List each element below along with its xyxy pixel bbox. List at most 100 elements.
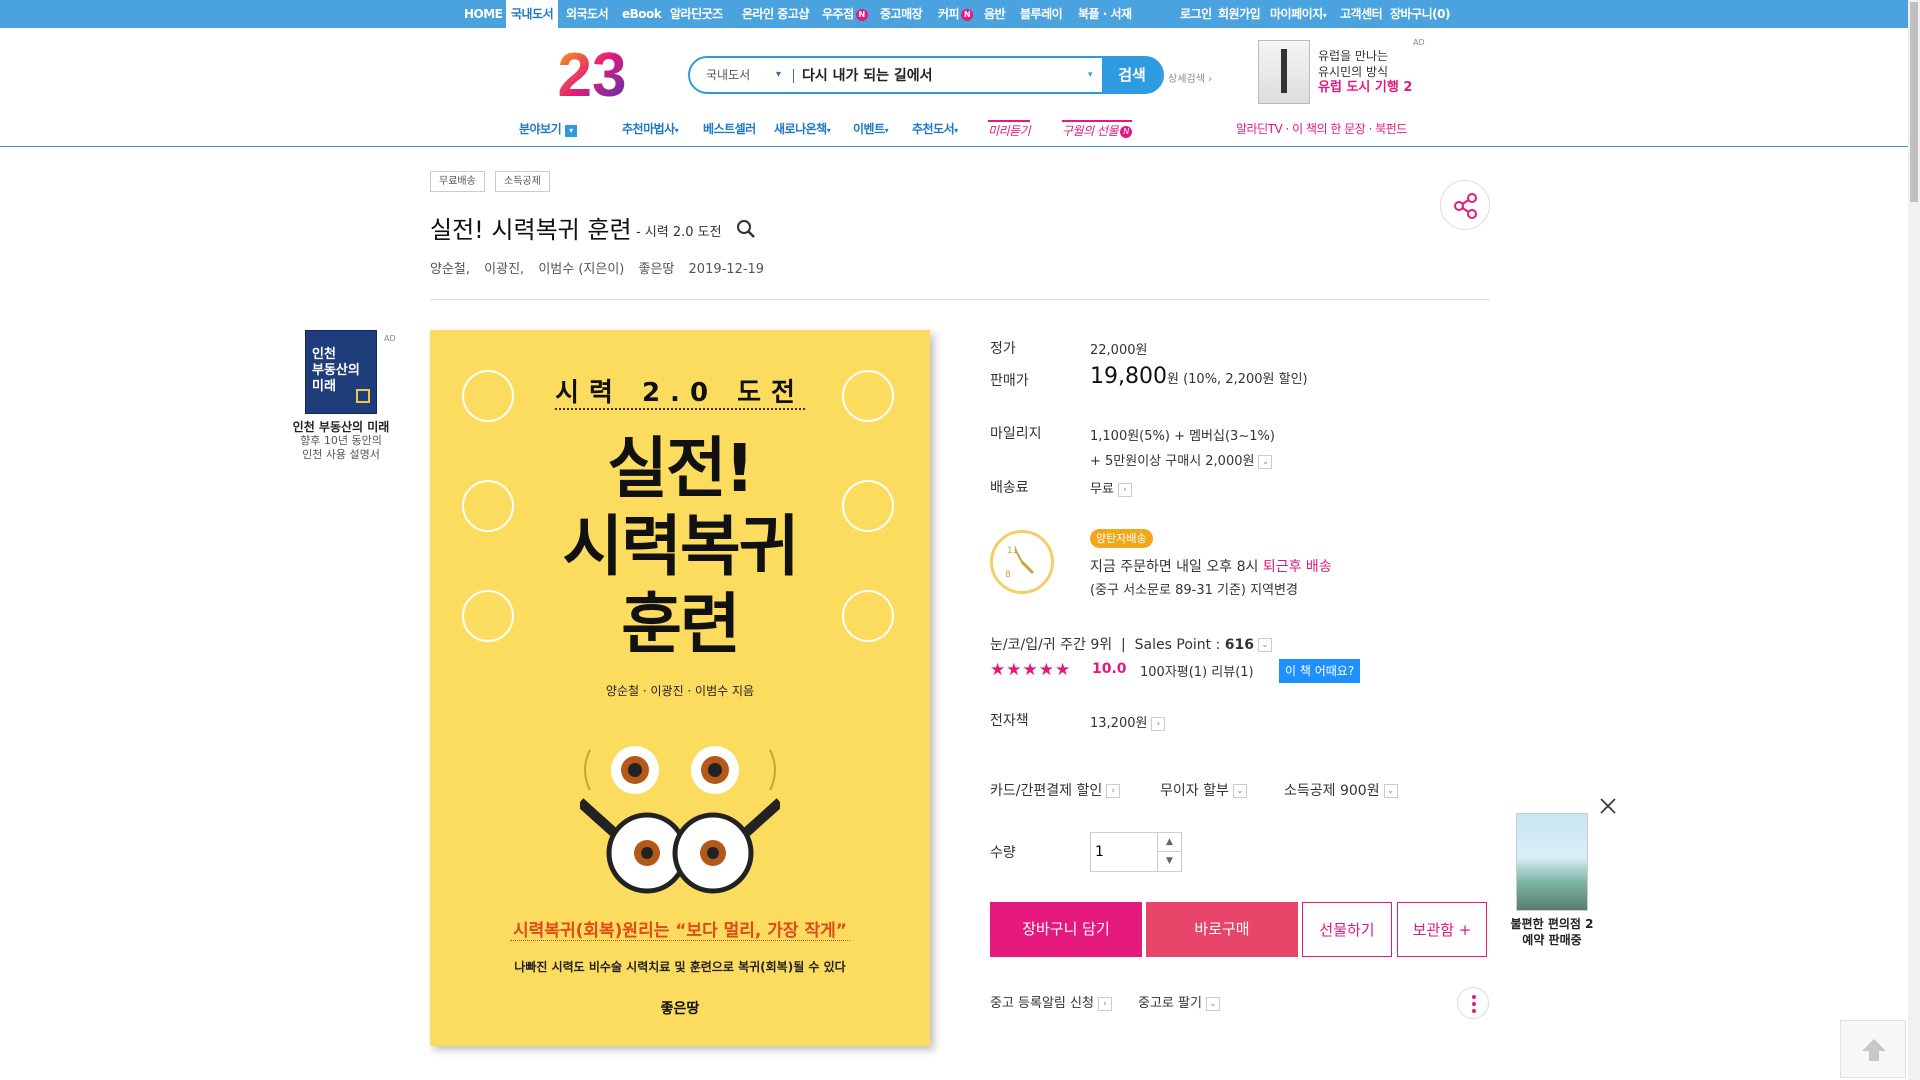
search-input[interactable] bbox=[802, 62, 1092, 88]
topnav-foreign-books[interactable]: 외국도서 bbox=[566, 0, 609, 28]
subnav-right-links[interactable]: 알라딘TV · 이 책의 한 문장 · 북펀드 bbox=[1236, 120, 1407, 137]
subnav-recommended[interactable]: 추천도서▾ bbox=[912, 120, 958, 137]
topnav-woojujeom[interactable]: 우주점 N bbox=[822, 0, 868, 28]
save-to-wishlist-button[interactable]: 보관함 + bbox=[1397, 902, 1487, 957]
rank-text[interactable]: 눈/코/입/귀 주간 9위 bbox=[990, 637, 1112, 653]
publisher-link[interactable]: 좋은땅 bbox=[639, 262, 675, 277]
floating-ad-title[interactable]: 불편한 편의점 2 예약 판매중 bbox=[1490, 916, 1614, 948]
scroll-to-top-button[interactable] bbox=[1840, 1020, 1906, 1078]
chevron-down-icon[interactable]: ⌄ bbox=[1258, 454, 1273, 469]
sale-price: 19,800 bbox=[1090, 364, 1167, 389]
mileage-line2: + 5만원이상 구매시 2,000원 ⌄ bbox=[1090, 450, 1273, 469]
chevron-down-icon: ▾ bbox=[954, 126, 958, 135]
topnav-cart[interactable]: 장바구니(0) bbox=[1390, 0, 1450, 28]
topnav-customer-center[interactable]: 고객센터 bbox=[1340, 0, 1383, 28]
quantity-up-button[interactable]: ▲ bbox=[1157, 833, 1181, 852]
magnifier-icon[interactable] bbox=[736, 219, 756, 239]
sale-price-group: 19,800원 (10%, 2,200원 할인) bbox=[1090, 364, 1308, 389]
card-discount[interactable]: 카드/간편결제 할인 › bbox=[990, 780, 1121, 800]
chevron-down-icon[interactable]: ▾ bbox=[776, 58, 781, 92]
more-options-button[interactable] bbox=[1457, 987, 1489, 1019]
after-work-delivery-link[interactable]: 퇴근후 배송 bbox=[1263, 559, 1332, 575]
arrow-up-icon bbox=[1862, 1039, 1886, 1061]
search-category-select[interactable]: 국내도서 bbox=[706, 58, 750, 92]
how-is-this-book-button[interactable]: 이 책 어때요? bbox=[1279, 659, 1361, 683]
clock-face: 11 8 bbox=[1005, 546, 1035, 580]
topnav-domestic-books[interactable]: 국내도서 bbox=[506, 0, 559, 28]
add-to-cart-button[interactable]: 장바구니 담기 bbox=[990, 902, 1142, 957]
left-ad-cover-text: 인천 부동산의 미래 bbox=[312, 347, 360, 394]
topnav-goods[interactable]: 알라딘굿즈 bbox=[670, 0, 723, 28]
ad-book-cover[interactable] bbox=[1258, 40, 1310, 104]
subnav-september-gift[interactable]: 구월의 선물 N bbox=[1062, 120, 1133, 139]
subnav-label: 추천마법사 bbox=[622, 122, 675, 136]
topnav-coffee[interactable]: 커피 N bbox=[938, 0, 974, 28]
topnav-home[interactable]: HOME bbox=[464, 0, 503, 28]
search-history-dropdown-icon[interactable]: ▾ bbox=[1088, 58, 1093, 92]
card-discount-text: 카드/간편결제 할인 bbox=[990, 783, 1103, 799]
free-shipping-tag: 무료배송 bbox=[430, 171, 485, 192]
subnav-events[interactable]: 이벤트▾ bbox=[853, 120, 889, 137]
subnav-preview-listen[interactable]: 미리듣기 bbox=[988, 120, 1031, 139]
topnav-join[interactable]: 회원가입 bbox=[1218, 0, 1261, 28]
left-ad-desc-line: 인천 사용 설명서 bbox=[302, 448, 380, 461]
search-button[interactable]: 검색 bbox=[1102, 56, 1162, 94]
author-link[interactable]: 이범수 (지은이) bbox=[538, 262, 624, 277]
left-ad-title[interactable]: 인천 부동산의 미래 bbox=[280, 418, 402, 435]
category-dropdown-icon: ▾ bbox=[564, 125, 577, 137]
share-button[interactable] bbox=[1440, 180, 1490, 230]
book-meta: 양순철, 이광진, 이범수 (지은이) 좋은땅 2019-12-19 bbox=[430, 258, 774, 277]
site-logo[interactable]: 23 bbox=[552, 40, 632, 106]
book-subtitle: - 시력 2.0 도전 bbox=[636, 225, 722, 240]
subnav-new-books[interactable]: 새로나온책▾ bbox=[774, 120, 831, 137]
used-alert-text: 중고 등록알림 신청 bbox=[990, 996, 1094, 1011]
ad-book-cover-art bbox=[1281, 49, 1287, 93]
sales-point-label: Sales Point : bbox=[1134, 637, 1221, 653]
topnav-ebook[interactable]: eBook bbox=[622, 0, 662, 28]
ad-top-text[interactable]: 유럽을 만나는 유시민의 방식 유럽 도시 기행 2 bbox=[1318, 48, 1412, 96]
gift-button[interactable]: 선물하기 bbox=[1302, 902, 1392, 957]
subnav-category-label: 분야보기 bbox=[519, 122, 562, 136]
new-badge: N bbox=[1120, 125, 1133, 138]
book-cover[interactable]: 시력 2.0 도전 실전! 시력복귀 훈련 양순철 · 이광진 · 이범수 지음… bbox=[430, 330, 930, 1046]
chevron-right-icon: › bbox=[1106, 784, 1121, 798]
left-ad-book-cover[interactable]: 인천 부동산의 미래 bbox=[305, 330, 377, 414]
topnav-bluray[interactable]: 블루레이 bbox=[1020, 0, 1063, 28]
cover-tagline-underline bbox=[510, 940, 850, 941]
ad-highlight: 유럽 도시 기행 2 bbox=[1318, 80, 1413, 95]
chevron-down-icon[interactable]: ⌄ bbox=[1257, 638, 1272, 652]
chevron-down-icon: ▾ bbox=[674, 126, 679, 135]
topnav-mypage[interactable]: 마이페이지▾ bbox=[1270, 0, 1327, 28]
topnav-used-shop[interactable]: 온라인 중고샵 bbox=[742, 0, 809, 28]
installment[interactable]: 무이자 할부 ⌄ bbox=[1160, 780, 1247, 800]
subnav-bestseller[interactable]: 베스트셀러 bbox=[703, 120, 756, 137]
author-link[interactable]: 양순철, bbox=[430, 262, 470, 277]
quantity-input[interactable] bbox=[1095, 841, 1145, 863]
tax-deduction-tag: 소득공제 bbox=[495, 171, 550, 192]
clock-icon: 11 8 bbox=[990, 530, 1054, 594]
used-alert-link[interactable]: 중고 등록알림 신청 › bbox=[990, 992, 1112, 1011]
tax-deduction[interactable]: 소득공제 900원 ⌄ bbox=[1284, 780, 1398, 800]
author-link[interactable]: 이광진, bbox=[484, 262, 524, 277]
chevron-right-icon[interactable]: › bbox=[1117, 482, 1132, 497]
buy-now-button[interactable]: 바로구매 bbox=[1146, 902, 1298, 957]
chevron-right-icon: › bbox=[1151, 716, 1166, 731]
subnav-category[interactable]: 분야보기 ▾ bbox=[519, 120, 577, 137]
topnav-music[interactable]: 음반 bbox=[984, 0, 1006, 28]
cover-publisher: 좋은땅 bbox=[660, 1001, 700, 1017]
sell-used-link[interactable]: 중고로 팔기 ⌄ bbox=[1138, 992, 1220, 1011]
subnav-recommend-wizard[interactable]: 추천마법사▾ bbox=[622, 120, 679, 137]
delivery-text: 지금 주문하면 내일 오후 8시 bbox=[1090, 559, 1259, 575]
floating-ad-line: 불편한 편의점 2 bbox=[1510, 917, 1594, 931]
topnav-used-store[interactable]: 중고매장 bbox=[880, 0, 923, 28]
floating-ad-book-cover[interactable] bbox=[1516, 813, 1588, 911]
close-icon[interactable] bbox=[1598, 796, 1618, 816]
advanced-search-link[interactable]: 상세검색 › bbox=[1168, 70, 1212, 85]
quantity-down-button[interactable]: ▼ bbox=[1157, 852, 1181, 871]
scrollbar-thumb[interactable] bbox=[1910, 2, 1918, 202]
topnav-bookple[interactable]: 북플 · 서재 bbox=[1078, 0, 1132, 28]
review-counts[interactable]: 100자평(1) 리뷰(1) bbox=[1140, 661, 1254, 680]
delivery-line2[interactable]: (중구 서소문로 89-31 기준) 지역변경 bbox=[1090, 579, 1298, 598]
topnav-login[interactable]: 로그인 bbox=[1180, 0, 1212, 28]
ebook-price[interactable]: 13,200원 › bbox=[1090, 712, 1166, 731]
